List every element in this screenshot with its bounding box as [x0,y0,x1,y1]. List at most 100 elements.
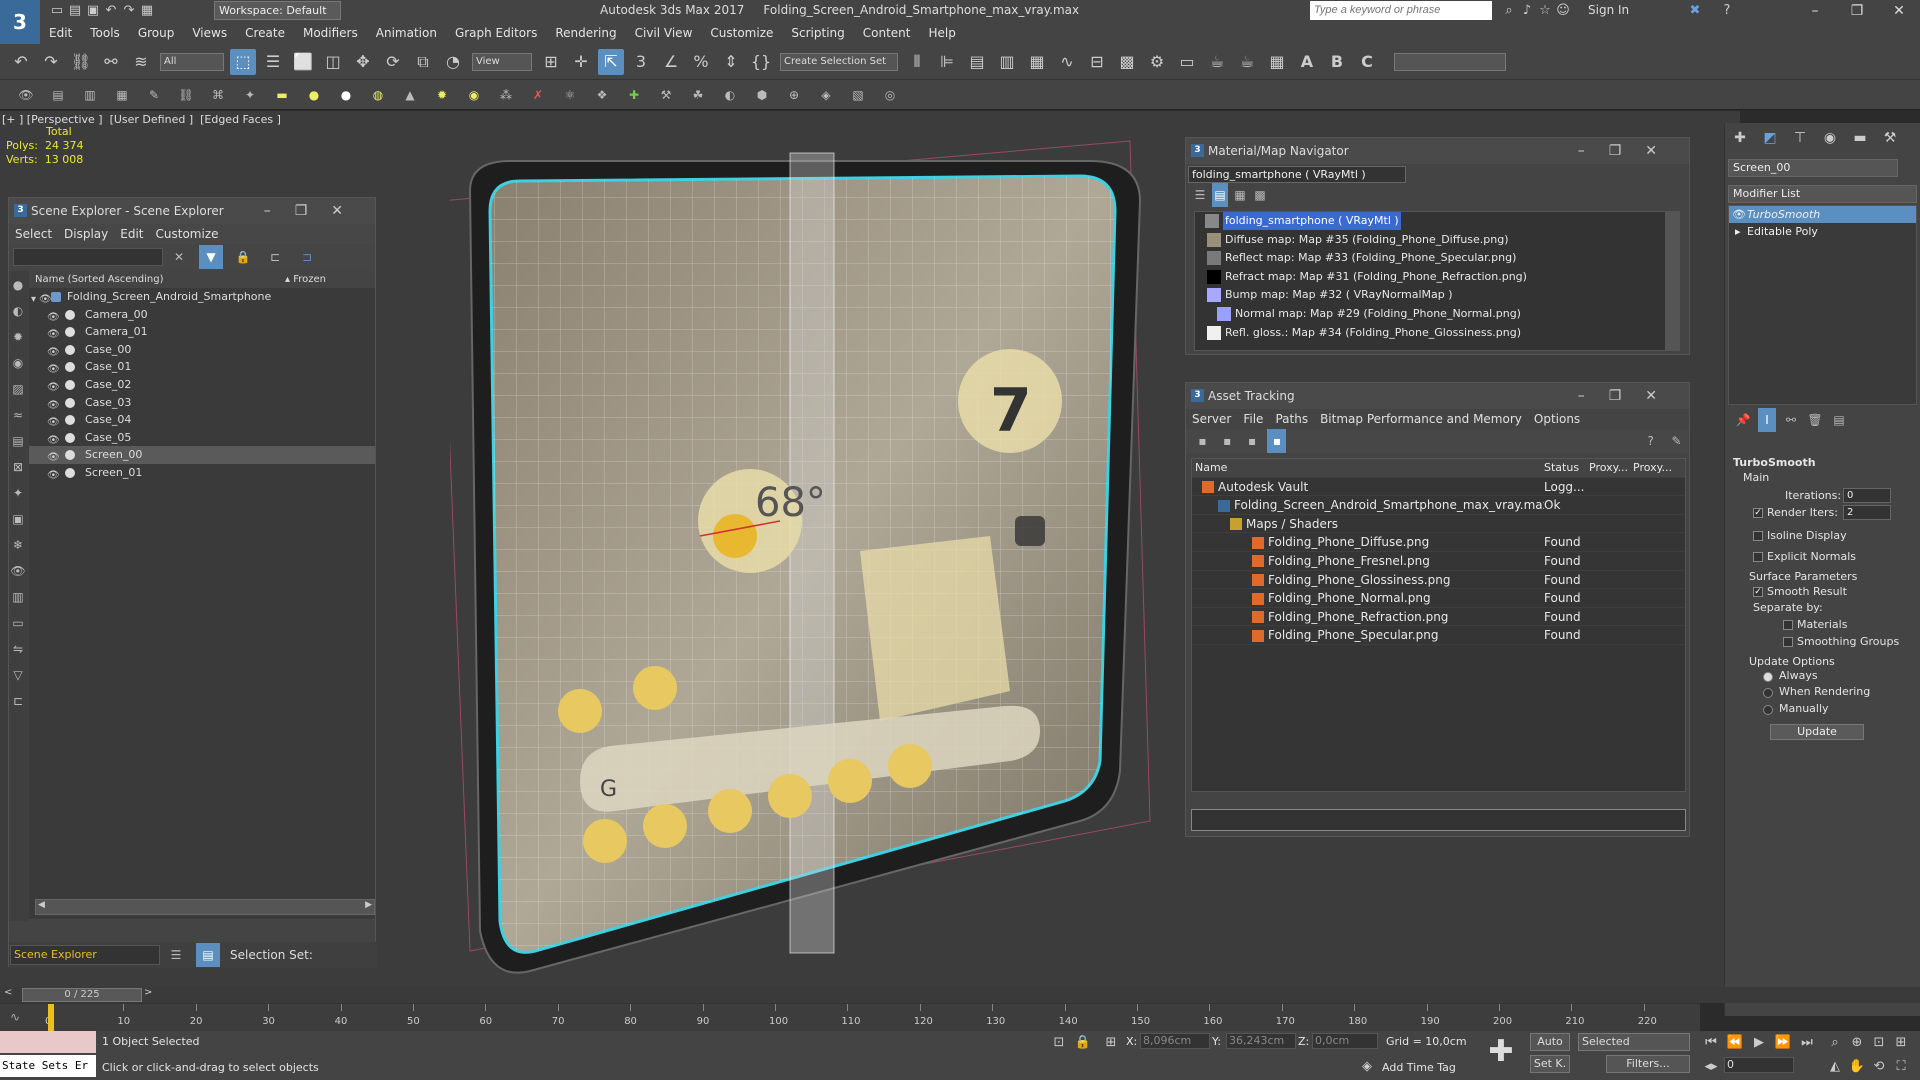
toggle-layer-explorer-icon[interactable]: ▥ [994,49,1020,75]
scene-item-camera-01[interactable]: 👁 Camera_01 [29,323,375,341]
menu-rendering[interactable]: Rendering [546,22,625,44]
modify-tab-icon[interactable]: ◩ [1755,125,1785,151]
modifier-turbosmooth[interactable]: 👁 TurboSmooth [1729,206,1916,223]
scene-item-case-00[interactable]: 👁 Case_00 [29,341,375,359]
toggle-ribbon-icon[interactable]: ▦ [1024,49,1050,75]
rectangular-selection-icon[interactable]: ⬜ [290,49,316,75]
horizontal-scrollbar[interactable]: ◀ ▶ [35,899,375,915]
vray-tool-11-icon[interactable]: ◈ [814,83,838,107]
scene-item-case-01[interactable]: 👁 Case_01 [29,358,375,376]
display-helpers-icon[interactable]: ▨ [9,377,27,401]
map-item-normal[interactable]: Normal map: Map #29 (Folding_Phone_Norma… [1195,305,1679,324]
brush-icon[interactable]: ✎ [142,83,166,107]
view-list-icons-icon[interactable]: ▤ [1212,183,1228,207]
visibility-icon[interactable]: 👁 [14,83,38,107]
vray-tool-12-icon[interactable]: ▧ [846,83,870,107]
go-to-start-icon[interactable]: ⏮ [1700,1033,1722,1053]
place-icon[interactable]: ◔ [440,49,466,75]
panel-window-controls[interactable]: –❐✕ [1578,383,1681,409]
prev-frame-icon[interactable]: < [4,987,12,998]
next-frame-button-icon[interactable]: ⏩ [1772,1033,1794,1053]
ellipse-tool-icon[interactable]: ● [302,83,326,107]
vray-tool-9-icon[interactable]: ⬢ [750,83,774,107]
map-item-bump[interactable]: Bump map: Map #32 ( VRayNormalMap ) [1195,286,1679,305]
map-item-diffuse[interactable]: Diffuse map: Map #35 (Folding_Phone_Diff… [1195,231,1679,250]
vray-tool-1-icon[interactable]: ⁂ [494,83,518,107]
menu-customize[interactable]: Customize [701,22,782,44]
make-unique-icon[interactable]: ⚯ [1782,408,1800,432]
view-small-icons-icon[interactable]: ▦ [1232,183,1248,207]
material-name-field[interactable]: folding_smartphone ( VRayMtl ) [1188,166,1406,183]
set-key-button[interactable]: Set K. [1530,1055,1570,1073]
current-frame-marker[interactable] [48,1004,54,1032]
vray-tool-5-icon[interactable]: ✚ [622,83,646,107]
filter-funnel-icon[interactable]: ▽ [9,663,27,687]
z-coord-field[interactable]: 0,0cm [1312,1033,1378,1049]
link-icon[interactable]: ⛓ [68,49,94,75]
photos-app-icon[interactable] [888,744,932,788]
view-large-icons-icon[interactable]: ▩ [1252,183,1268,207]
chrome-app-icon[interactable] [708,789,752,833]
extra-toolbar-dropdown[interactable] [1394,52,1506,71]
update-always-radio[interactable] [1763,672,1773,682]
layer-add-icon[interactable]: ▥ [78,83,102,107]
time-tag-icon[interactable]: ◈ [1356,1057,1378,1077]
scroll-left-icon[interactable]: ◀ [38,900,45,910]
material-root-node[interactable]: folding_smartphone ( VRayMtl ) [1195,212,1679,231]
toggle-scene-explorer-icon[interactable]: ▤ [964,49,990,75]
disc-tool-icon[interactable]: ◍ [366,83,390,107]
menu-modifiers[interactable]: Modifiers [294,22,367,44]
modifier-eye-icon[interactable]: 👁 [1732,206,1746,223]
zoom-extents-all-icon[interactable]: ⊞ [1890,1033,1912,1053]
named-selection-set-dropdown[interactable]: Create Selection Set [780,52,898,71]
schematic-view-icon[interactable]: ⊟ [1084,49,1110,75]
find-field[interactable] [13,248,163,266]
set-key-plus-icon[interactable]: ✚ [1484,1035,1518,1069]
workspace-dropdown[interactable]: Workspace: Default [214,1,341,20]
at-col-proxy-2[interactable]: Proxy... [1633,459,1685,477]
material-editor-icon[interactable]: ▩ [1114,49,1140,75]
modifier-editable-poly[interactable]: ▸ Editable Poly [1729,223,1916,240]
at-help-icon[interactable]: ? [1641,429,1660,453]
asset-path-field[interactable] [1191,809,1686,831]
orbit-icon[interactable]: ⟲ [1868,1057,1890,1077]
auto-key-button[interactable]: Auto [1530,1033,1570,1051]
map-item-refract[interactable]: Refract map: Map #31 (Folding_Phone_Refr… [1195,268,1679,287]
se-column-frozen[interactable]: ▴ Frozen [285,271,326,288]
align-icon[interactable]: ⊫ [934,49,960,75]
infocenter-icon[interactable]: ♪ [1518,2,1536,20]
display-xrefs-icon[interactable]: ⊠ [9,455,27,479]
exchange-x-icon[interactable]: ✖ [1686,2,1704,20]
expand-hierarchy-icon[interactable]: ⊐ [295,245,319,269]
explorer-name-dropdown[interactable]: Scene Explorer [10,945,160,965]
open-file-icon[interactable]: ▤ [66,2,84,20]
current-frame-field[interactable]: 0 [1724,1057,1794,1073]
sphere-tool-icon[interactable]: ● [334,83,358,107]
edit-named-selection-icon[interactable]: {} [748,49,774,75]
render-iterative-icon[interactable]: ☕ [1234,49,1260,75]
iterations-spinner[interactable]: 0 [1843,488,1891,503]
menu-help[interactable]: Help [920,22,965,44]
time-slider-thumb[interactable]: 0 / 225 [22,988,142,1002]
select-children-icon[interactable]: ⊏ [9,689,27,713]
render-iters-spinner[interactable]: 2 [1843,505,1891,520]
at-options-icon[interactable]: ✎ [1667,429,1686,453]
map-item-reflect[interactable]: Reflect map: Map #33 (Folding_Phone_Spec… [1195,249,1679,268]
key-mode-icon[interactable]: ◂▸ [1700,1057,1722,1077]
filter-icon[interactable]: ▼ [199,245,223,269]
scene-item-screen-01[interactable]: 👁 Screen_01 [29,464,375,482]
vray-tool-13-icon[interactable]: ◎ [878,83,902,107]
next-frame-icon[interactable]: > [144,987,152,998]
panel-window-controls[interactable]: –❐✕ [264,198,367,224]
at-menu-paths[interactable]: Paths [1269,409,1314,429]
window-crossing-icon[interactable]: ◫ [320,49,346,75]
at-tool-4-icon[interactable]: ▪ [1267,429,1287,453]
show-end-result-icon[interactable]: Ⅰ [1758,408,1776,432]
display-hidden-icon[interactable]: 👁 [9,559,27,583]
selection-filter-dropdown[interactable]: All [160,52,224,71]
at-menu-file[interactable]: File [1237,409,1269,429]
text-a-icon[interactable]: A [1294,49,1320,75]
curve-editor-mini-icon[interactable]: ∿ [10,1010,20,1024]
time-slider[interactable]: < 0 / 225 > [0,987,1920,1003]
lock-icon[interactable]: 🔒 [231,245,255,269]
